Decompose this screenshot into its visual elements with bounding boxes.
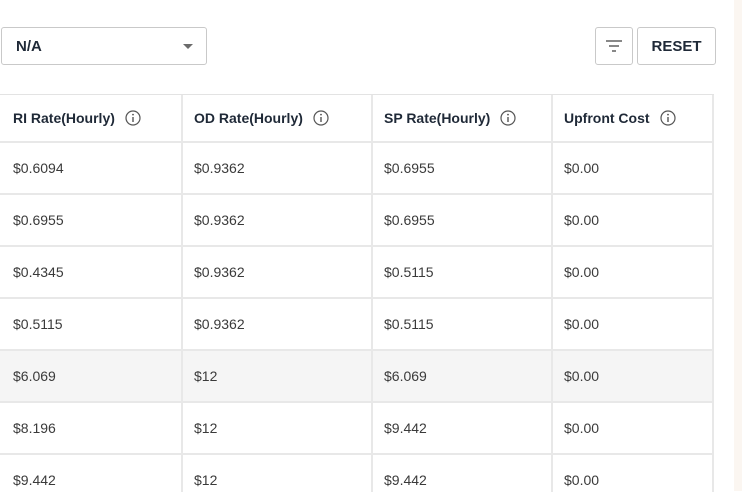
cell-od-rate: $12: [183, 351, 373, 401]
header-label: RI Rate(Hourly): [13, 110, 115, 126]
column-header-od-rate[interactable]: OD Rate(Hourly): [183, 95, 373, 141]
header-label: Upfront Cost: [564, 110, 650, 126]
header-label: OD Rate(Hourly): [194, 110, 303, 126]
cell-upfront-cost: $0.00: [553, 455, 714, 492]
cell-sp-rate: $0.5115: [373, 247, 553, 297]
reset-button[interactable]: RESET: [637, 27, 716, 65]
cell-sp-rate: $6.069: [373, 351, 553, 401]
cell-upfront-cost: $0.00: [553, 299, 714, 349]
cell-upfront-cost: $0.00: [553, 351, 714, 401]
table-row[interactable]: $0.6955 $0.9362 $0.6955 $0.00: [0, 195, 714, 247]
cell-sp-rate: $0.5115: [373, 299, 553, 349]
filter-button[interactable]: [595, 27, 633, 65]
cell-ri-rate: $0.6955: [0, 195, 183, 245]
cell-od-rate: $0.9362: [183, 143, 373, 193]
cell-ri-rate: $0.5115: [0, 299, 183, 349]
cell-sp-rate: $9.442: [373, 455, 553, 492]
table-row[interactable]: $0.6094 $0.9362 $0.6955 $0.00: [0, 143, 714, 195]
cell-ri-rate: $0.4345: [0, 247, 183, 297]
table-row[interactable]: $0.4345 $0.9362 $0.5115 $0.00: [0, 247, 714, 299]
table-header-row: RI Rate(Hourly) OD Rate(Hourly) SP Rate(…: [0, 95, 714, 143]
header-label: SP Rate(Hourly): [384, 110, 491, 126]
cell-sp-rate: $0.6955: [373, 195, 553, 245]
page-edge: [734, 0, 742, 491]
filter-icon: [606, 40, 622, 52]
cell-upfront-cost: $0.00: [553, 247, 714, 297]
cell-upfront-cost: $0.00: [553, 195, 714, 245]
column-header-upfront-cost[interactable]: Upfront Cost: [553, 95, 714, 141]
cell-ri-rate: $8.196: [0, 403, 183, 453]
cell-od-rate: $0.9362: [183, 247, 373, 297]
cell-od-rate: $0.9362: [183, 195, 373, 245]
cell-upfront-cost: $0.00: [553, 403, 714, 453]
table-row[interactable]: $9.442 $12 $9.442 $0.00: [0, 455, 714, 492]
cell-od-rate: $0.9362: [183, 299, 373, 349]
table-row[interactable]: $8.196 $12 $9.442 $0.00: [0, 403, 714, 455]
column-header-sp-rate[interactable]: SP Rate(Hourly): [373, 95, 553, 141]
table-row[interactable]: $6.069 $12 $6.069 $0.00: [0, 351, 714, 403]
info-icon[interactable]: [125, 110, 141, 126]
cell-od-rate: $12: [183, 455, 373, 492]
info-icon[interactable]: [500, 110, 516, 126]
column-header-ri-rate[interactable]: RI Rate(Hourly): [0, 95, 183, 141]
cell-sp-rate: $0.6955: [373, 143, 553, 193]
select-value: N/A: [16, 38, 42, 55]
filter-select[interactable]: N/A: [1, 27, 207, 65]
cell-ri-rate: $0.6094: [0, 143, 183, 193]
chevron-down-icon: [183, 44, 193, 49]
reset-label: RESET: [651, 37, 702, 55]
cell-ri-rate: $9.442: [0, 455, 183, 492]
table-row[interactable]: $0.5115 $0.9362 $0.5115 $0.00: [0, 299, 714, 351]
cell-ri-rate: $6.069: [0, 351, 183, 401]
cell-sp-rate: $9.442: [373, 403, 553, 453]
cell-upfront-cost: $0.00: [553, 143, 714, 193]
cell-od-rate: $12: [183, 403, 373, 453]
info-icon[interactable]: [659, 110, 676, 126]
info-icon[interactable]: [313, 110, 329, 126]
pricing-table: RI Rate(Hourly) OD Rate(Hourly) SP Rate(…: [0, 94, 714, 492]
